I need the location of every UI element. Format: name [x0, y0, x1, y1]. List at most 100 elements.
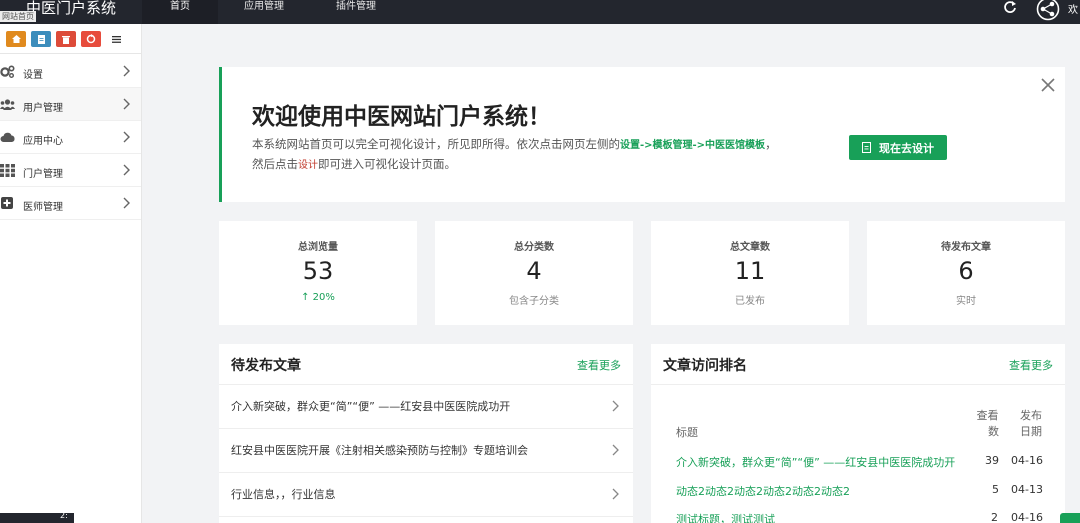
stat-card-pending: 待发布文章 6 实时 — [867, 221, 1065, 325]
chevron-right-icon — [612, 400, 619, 412]
home-tooltip: 网站首页 — [0, 11, 36, 22]
home-icon — [11, 35, 21, 43]
home-button[interactable] — [6, 31, 26, 47]
gears-icon — [0, 65, 15, 78]
plus-square-icon — [1, 197, 13, 209]
chevron-right-icon — [123, 197, 130, 209]
column-header-date-line1: 发布 — [1020, 409, 1042, 422]
sidebar-item-app-center[interactable]: 应用中心 — [0, 121, 141, 154]
list-item-title: 行业信息，，行业信息 — [231, 488, 336, 501]
sidebar-item-label: 设置 — [23, 70, 43, 81]
stat-sub: 已发布 — [735, 296, 765, 307]
sidebar-item-users[interactable]: 用户管理 — [0, 88, 141, 121]
panel-header: 待发布文章 查看更多 — [219, 344, 633, 385]
stat-value: 11 — [734, 257, 766, 285]
desc-text: 即可进入可视化设计页面。 — [318, 157, 456, 171]
list-item[interactable]: 介入新突破，群众更“简”“便” ——红安县中医医院成功开 — [219, 385, 633, 429]
trash-icon — [62, 35, 70, 44]
welcome-card: 欢迎使用中医网站门户系统！ 本系统网站首页可以完全可视化设计，所见即所得。依次点… — [219, 67, 1065, 202]
ranking-row-title[interactable]: 介入新突破，群众更“简”“便” ——红安县中医医院成功开 — [676, 454, 955, 470]
file-icon — [37, 34, 45, 44]
desc-text: ， — [765, 137, 777, 151]
divider — [0, 53, 142, 54]
ranking-row-views: 39 — [985, 454, 999, 467]
list-icon — [111, 35, 121, 43]
nav-plugin-manage[interactable]: 插件管理 — [310, 0, 402, 24]
sidebar-menu: 设置 用户管理 应用中心 门户管理 医师管理 — [0, 55, 141, 220]
column-header-title: 标题 — [676, 426, 698, 439]
stat-value: 53 — [302, 257, 334, 285]
sidebar-item-doctors[interactable]: 医师管理 — [0, 187, 141, 220]
stat-sub: 包含子分类 — [509, 296, 559, 307]
recycle-icon — [86, 34, 96, 44]
sidebar-item-portal[interactable]: 门户管理 — [0, 154, 141, 187]
sidebar-footer-text: 2: — [60, 511, 68, 520]
stat-title: 总浏览量 — [298, 242, 338, 253]
desc-text: 然后点击 — [252, 157, 298, 171]
go-design-label: 现在去设计 — [879, 141, 934, 155]
users-icon — [0, 99, 15, 110]
chevron-right-icon — [123, 98, 130, 110]
column-header-views: 查看 数 — [976, 408, 1000, 440]
ranking-row-title[interactable]: 测试标题，测试测试 — [676, 511, 775, 523]
column-header-views-line2: 数 — [988, 425, 999, 438]
view-more-link[interactable]: 查看更多 — [1009, 357, 1053, 373]
stat-title: 总文章数 — [730, 242, 770, 253]
refresh-icon[interactable] — [1003, 0, 1017, 14]
corner-badge[interactable] — [1060, 513, 1080, 523]
list-item-title: 红安县中医医院开展《注射相关感染预防与控制》专题培训会 — [231, 444, 528, 457]
document-button[interactable] — [31, 31, 51, 47]
stat-title: 总分类数 — [514, 242, 554, 253]
ranking-row-date: 04-16 — [1011, 454, 1043, 467]
column-header-date-line2: 日期 — [1020, 425, 1042, 438]
list-item[interactable]: 行业信息，，行业信息 — [219, 473, 633, 517]
panel-title: 文章访问排名 — [663, 358, 747, 374]
stat-sub: 实时 — [956, 296, 976, 307]
quick-actions — [6, 31, 126, 47]
stat-title: 待发布文章 — [941, 242, 991, 253]
ranking-row-title[interactable]: 动态2动态2动态2动态2动态2动态2 — [676, 483, 850, 499]
sidebar-item-settings[interactable]: 设置 — [0, 55, 141, 88]
app-brand[interactable]: 中医门户系统 — [26, 0, 116, 18]
chevron-right-icon — [612, 444, 619, 456]
welcome-title: 欢迎使用中医网站门户系统！ — [252, 104, 551, 130]
stat-value: 4 — [526, 257, 542, 285]
welcome-user-text[interactable]: 欢 — [1068, 1, 1078, 16]
ranking-row-date: 04-13 — [1011, 483, 1043, 496]
sidebar-item-label: 医师管理 — [23, 202, 63, 213]
sidebar-item-label: 门户管理 — [23, 169, 63, 180]
close-icon[interactable] — [1040, 77, 1056, 93]
column-header-date: 发布 日期 — [1020, 408, 1042, 440]
nav-home[interactable]: 首页 — [142, 0, 218, 24]
sidebar-footer-strip: 2: — [0, 511, 74, 523]
list-item-title: 介入新突破，群众更“简”“便” ——红安县中医医院成功开 — [231, 400, 511, 413]
article-ranking-panel: 文章访问排名 查看更多 标题 查看 数 发布 日期 介入新突破，群众更“简”“便… — [651, 344, 1065, 523]
recycle-button[interactable] — [81, 31, 101, 47]
stat-sub: ↑ 20% — [301, 292, 335, 303]
file-edit-icon — [862, 142, 871, 153]
column-header-views-line1: 查看 — [976, 409, 999, 422]
top-nav: 首页 应用管理 插件管理 — [142, 0, 402, 24]
view-more-link[interactable]: 查看更多 — [577, 357, 621, 373]
welcome-description: 本系统网站首页可以完全可视化设计，所见即所得。依次点击网页左侧的设置->模板管理… — [252, 135, 812, 175]
grid-icon — [0, 164, 15, 177]
sidebar-item-label: 应用中心 — [23, 136, 63, 147]
panel-title: 待发布文章 — [231, 358, 301, 374]
list-item[interactable]: 红安县中医医院开展《注射相关感染预防与控制》专题培训会 — [219, 429, 633, 473]
chevron-right-icon — [123, 65, 130, 77]
chevron-right-icon — [612, 488, 619, 500]
ranking-row-date: 04-16 — [1011, 511, 1043, 523]
share-avatar-icon[interactable] — [1036, 0, 1060, 21]
delete-button[interactable] — [56, 31, 76, 47]
list-button[interactable] — [106, 31, 126, 47]
stat-value: 6 — [958, 257, 974, 285]
ranking-row-views: 2 — [991, 511, 998, 523]
top-navbar: 中医门户系统 首页 应用管理 插件管理 欢 — [0, 0, 1080, 24]
pending-articles-panel: 待发布文章 查看更多 介入新突破，群众更“简”“便” ——红安县中医医院成功开 … — [219, 344, 633, 523]
desc-design-highlight: 设计 — [298, 160, 318, 171]
ranking-row-views: 5 — [992, 483, 999, 496]
nav-app-manage[interactable]: 应用管理 — [218, 0, 310, 24]
desc-text: 本系统网站首页可以完全可视化设计，所见即所得。依次点击网页左侧的 — [252, 137, 620, 151]
go-design-button[interactable]: 现在去设计 — [849, 135, 947, 160]
stat-card-views: 总浏览量 53 ↑ 20% — [219, 221, 417, 325]
